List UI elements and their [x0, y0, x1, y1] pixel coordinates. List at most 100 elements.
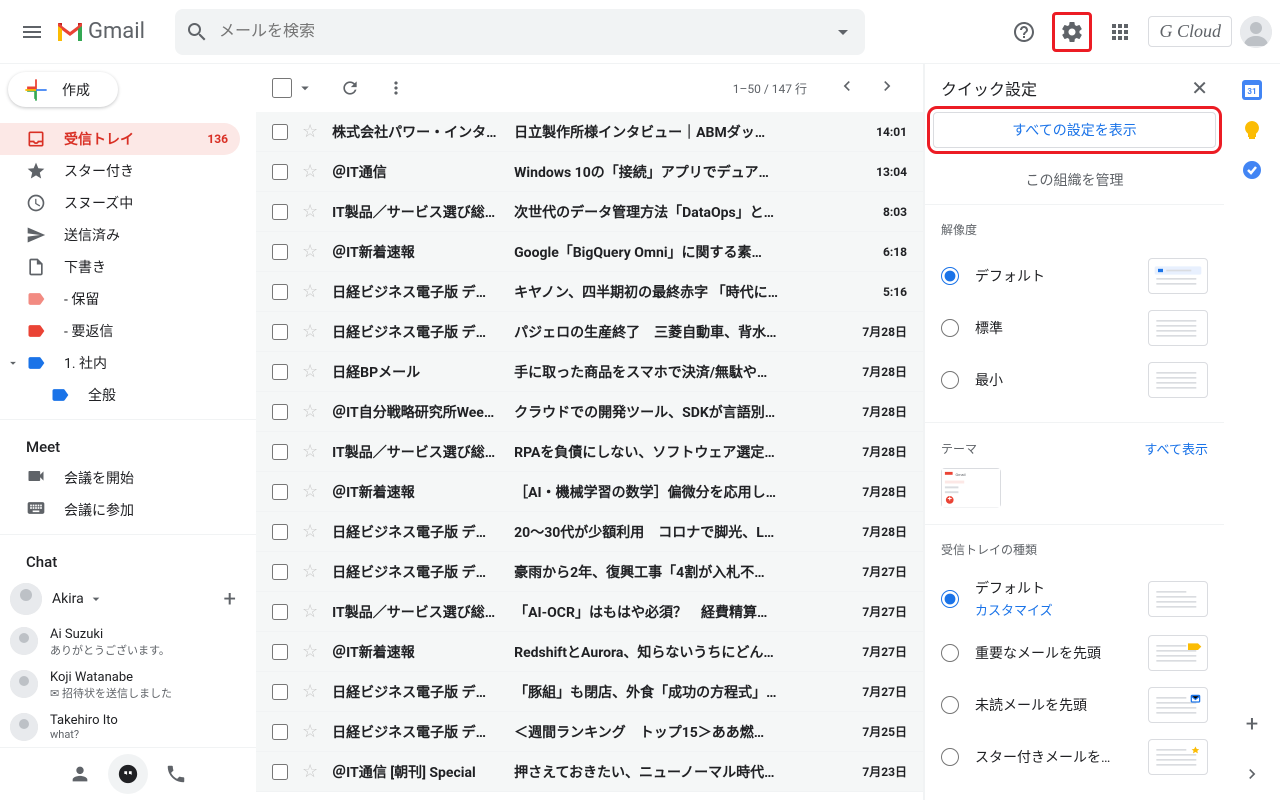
row-checkbox[interactable] — [272, 484, 288, 500]
inbox-radio[interactable] — [941, 748, 959, 766]
main-menu-button[interactable] — [8, 8, 56, 56]
see-all-settings-button[interactable]: すべての設定を表示 — [933, 112, 1216, 148]
sidebar-item-4[interactable]: 下書き — [0, 251, 240, 283]
star-icon[interactable]: ☆ — [302, 321, 318, 342]
star-icon[interactable]: ☆ — [302, 601, 318, 622]
prev-page-button[interactable] — [827, 76, 867, 100]
chat-contact-2[interactable]: Takehiro Itowhat? — [0, 707, 256, 747]
apps-button[interactable] — [1100, 12, 1140, 52]
star-icon[interactable]: ☆ — [302, 441, 318, 462]
gmail-logo[interactable]: Gmail — [56, 19, 145, 44]
sidebar-item-3[interactable]: 送信済み — [0, 219, 240, 251]
row-checkbox[interactable] — [272, 124, 288, 140]
star-icon[interactable]: ☆ — [302, 241, 318, 262]
star-icon[interactable]: ☆ — [302, 401, 318, 422]
sidebar-item-6[interactable]: - 要返信 — [0, 315, 240, 347]
account-avatar[interactable] — [1240, 16, 1272, 48]
manage-org-button[interactable]: この組織を管理 — [925, 156, 1224, 205]
row-checkbox[interactable] — [272, 204, 288, 220]
row-checkbox[interactable] — [272, 164, 288, 180]
row-checkbox[interactable] — [272, 284, 288, 300]
email-row[interactable]: ☆日経ビジネス電子版 デ…＜週間ランキング トップ15＞ああ燃…7月25日 — [256, 712, 923, 752]
select-dropdown-icon[interactable] — [296, 79, 314, 97]
row-checkbox[interactable] — [272, 364, 288, 380]
chat-add-button[interactable]: + — [224, 587, 236, 612]
star-icon[interactable]: ☆ — [302, 281, 318, 302]
row-checkbox[interactable] — [272, 564, 288, 580]
more-icon[interactable] — [386, 78, 406, 98]
inbox-customize[interactable]: カスタマイズ — [975, 600, 1148, 619]
chat-contact-0[interactable]: Ai Suzukiありがとうございます。 — [0, 621, 256, 664]
next-page-button[interactable] — [867, 76, 907, 100]
inbox-option-1[interactable]: 重要なメールを先頭 — [941, 627, 1208, 679]
inbox-option-3[interactable]: スター付きメールを… — [941, 731, 1208, 783]
email-row[interactable]: ☆＠IT新着速報［AI・機械学習の数学］偏微分を応用し…7月28日 — [256, 472, 923, 512]
star-icon[interactable]: ☆ — [302, 521, 318, 542]
row-checkbox[interactable] — [272, 604, 288, 620]
inbox-option-0[interactable]: デフォルトカスタマイズ — [941, 570, 1208, 627]
email-row[interactable]: ☆日経BPメール手に取った商品をスマホで決済/無駄や…7月28日 — [256, 352, 923, 392]
row-checkbox[interactable] — [272, 324, 288, 340]
row-checkbox[interactable] — [272, 684, 288, 700]
calendar-app-icon[interactable]: 31 — [1242, 80, 1262, 100]
email-row[interactable]: ☆株式会社パワー・インタ…日立製作所様インタビュー｜ABMダッ…14:01 — [256, 112, 923, 152]
sidebar-item-0[interactable]: 受信トレイ136 — [0, 123, 240, 155]
density-radio[interactable] — [941, 371, 959, 389]
row-checkbox[interactable] — [272, 724, 288, 740]
inbox-radio[interactable] — [941, 644, 959, 662]
star-icon[interactable]: ☆ — [302, 721, 318, 742]
row-checkbox[interactable] — [272, 524, 288, 540]
star-icon[interactable]: ☆ — [302, 561, 318, 582]
density-radio[interactable] — [941, 319, 959, 337]
star-icon[interactable]: ☆ — [302, 161, 318, 182]
theme-show-all[interactable]: すべて表示 — [1144, 439, 1208, 458]
panel-close-button[interactable]: ✕ — [1191, 76, 1208, 100]
row-checkbox[interactable] — [272, 404, 288, 420]
email-row[interactable]: ☆＠IT新着速報Google「BigQuery Omni」に関する素…6:18 — [256, 232, 923, 272]
meet-item-0[interactable]: 会議を開始 — [0, 462, 256, 494]
keep-app-icon[interactable] — [1242, 120, 1262, 140]
phone-tab[interactable] — [156, 754, 196, 794]
meet-item-1[interactable]: 会議に参加 — [0, 494, 256, 526]
sidebar-item-2[interactable]: スヌーズ中 — [0, 187, 240, 219]
row-checkbox[interactable] — [272, 764, 288, 780]
compose-button[interactable]: 作成 — [8, 72, 118, 107]
density-radio[interactable] — [941, 267, 959, 285]
email-row[interactable]: ☆IT製品／サービス選び総…次世代のデータ管理方法「DataOps」と…8:03 — [256, 192, 923, 232]
row-checkbox[interactable] — [272, 244, 288, 260]
inbox-option-2[interactable]: 未読メールを先頭 — [941, 679, 1208, 731]
star-icon[interactable]: ☆ — [302, 641, 318, 662]
support-button[interactable] — [1004, 12, 1044, 52]
email-row[interactable]: ☆＠IT新着速報RedshiftとAurora、知らないうちにどん…7月27日 — [256, 632, 923, 672]
chat-contact-1[interactable]: Koji Watanabe✉ 招待状を送信しました — [0, 664, 256, 707]
refresh-icon[interactable] — [340, 78, 360, 98]
row-checkbox[interactable] — [272, 444, 288, 460]
sidebar-item-7[interactable]: 1. 社内 — [0, 347, 240, 379]
sidebar-item-8[interactable]: 全般 — [0, 379, 240, 411]
star-icon[interactable]: ☆ — [302, 201, 318, 222]
star-icon[interactable]: ☆ — [302, 121, 318, 142]
hangouts-tab[interactable] — [108, 754, 148, 794]
workspace-brand[interactable]: G Cloud — [1148, 16, 1232, 47]
search-box[interactable] — [175, 9, 865, 55]
email-row[interactable]: ☆日経ビジネス電子版 デ…20～30代が少額利用 コロナで脚光、L…7月28日 — [256, 512, 923, 552]
get-addons-button[interactable]: + — [1232, 704, 1272, 744]
collapse-side-panel[interactable] — [1242, 764, 1262, 788]
star-icon[interactable]: ☆ — [302, 761, 318, 782]
inbox-radio[interactable] — [941, 590, 959, 608]
star-icon[interactable]: ☆ — [302, 481, 318, 502]
star-icon[interactable]: ☆ — [302, 681, 318, 702]
density-option-1[interactable]: 標準 — [941, 302, 1208, 354]
email-row[interactable]: ☆日経ビジネス電子版 デ…「豚組」も閉店、外食「成功の方程式」…7月27日 — [256, 672, 923, 712]
density-option-2[interactable]: 最小 — [941, 354, 1208, 406]
row-checkbox[interactable] — [272, 644, 288, 660]
select-all-checkbox[interactable] — [272, 78, 292, 98]
density-option-0[interactable]: デフォルト — [941, 250, 1208, 302]
tasks-app-icon[interactable] — [1242, 160, 1262, 180]
inbox-radio[interactable] — [941, 696, 959, 714]
contacts-tab[interactable] — [60, 754, 100, 794]
search-dropdown-icon[interactable] — [831, 20, 855, 44]
email-row[interactable]: ☆日経ビジネス電子版 デ…パジェロの生産終了 三菱自動車、背水…7月28日 — [256, 312, 923, 352]
email-row[interactable]: ☆＠IT通信Windows 10の「接続」アプリでデュア…13:04 — [256, 152, 923, 192]
sidebar-item-5[interactable]: - 保留 — [0, 283, 240, 315]
